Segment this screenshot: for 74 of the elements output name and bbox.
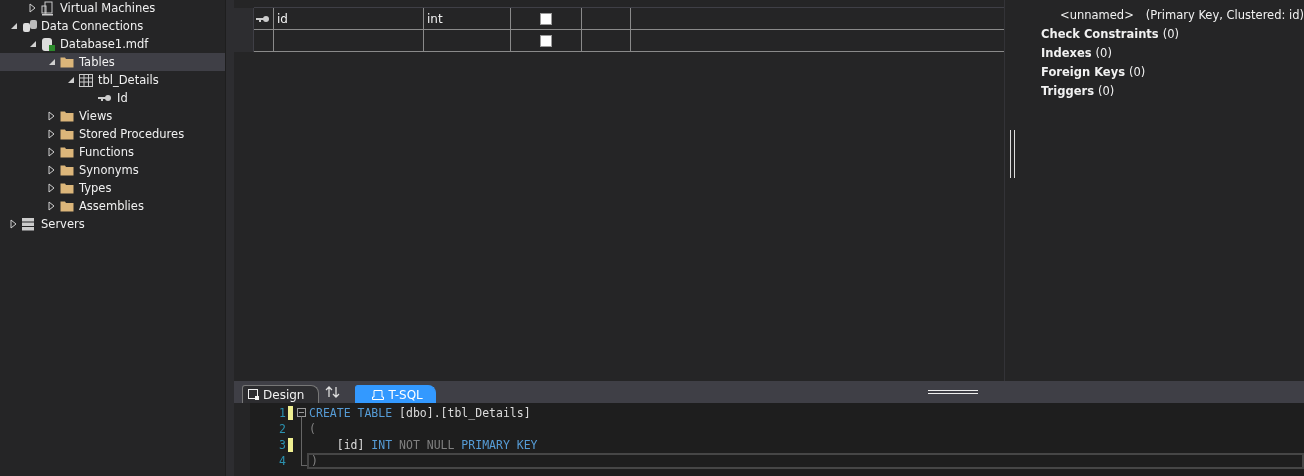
database-icon (41, 36, 55, 52)
view-tab[interactable]: Design (242, 385, 320, 403)
collapsed-arrow-icon[interactable] (48, 147, 55, 157)
tree-item[interactable]: Tables (0, 53, 225, 71)
column-name-cell[interactable]: id (274, 8, 425, 30)
property-count: (0) (1095, 46, 1112, 62)
tree-item[interactable]: Servers (0, 215, 225, 233)
tree-item[interactable]: Id (0, 89, 225, 107)
folder-icon (60, 128, 74, 140)
collapsed-arrow-icon[interactable] (48, 165, 55, 175)
collapsed-arrow-icon[interactable] (48, 129, 55, 139)
key-icon (98, 94, 112, 102)
expanded-arrow-icon[interactable] (47, 58, 56, 66)
design-icon (248, 389, 260, 400)
code-line: ( (308, 421, 317, 437)
computer-icon (41, 0, 55, 16)
allow-nulls-checkbox[interactable] (540, 12, 553, 25)
folder-icon (60, 200, 74, 212)
swap-panes-icon[interactable] (325, 386, 342, 398)
grid-cell[interactable] (582, 30, 632, 52)
property-count: (0) (1129, 65, 1146, 81)
property-count: (0) (1162, 27, 1179, 43)
folder-icon (60, 110, 74, 122)
code-line: [id] INT NOT NULL PRIMARY KEY (335, 437, 539, 453)
server-icon (22, 217, 34, 231)
databases-icon (22, 19, 38, 33)
line-number: 4 (278, 454, 288, 468)
tree-item[interactable]: Synonyms (0, 161, 225, 179)
property-group-title[interactable]: Indexes (1041, 46, 1092, 65)
grid-cell[interactable] (511, 30, 583, 52)
key-detail: (Primary Key, Clustered: id) (1145, 8, 1304, 24)
folder-icon (60, 146, 74, 158)
collapse-icon[interactable] (297, 405, 307, 421)
tree-item[interactable]: Views (0, 107, 225, 125)
column-name-cell[interactable] (274, 30, 425, 52)
line-number: 1 (278, 406, 288, 420)
key-name[interactable]: <unnamed> (1060, 8, 1134, 27)
collapsed-arrow-icon[interactable] (48, 201, 55, 211)
tree-item[interactable]: Stored Procedures (0, 125, 225, 143)
property-group-title[interactable]: Triggers (1041, 84, 1094, 103)
expanded-arrow-icon[interactable] (66, 76, 75, 84)
table-icon (79, 73, 93, 87)
collapsed-arrow-icon[interactable] (48, 111, 55, 121)
folder-icon (60, 56, 74, 68)
property-group-title[interactable]: Check Constraints (1041, 27, 1159, 46)
allow-nulls-checkbox[interactable] (540, 34, 553, 47)
property-count: (0) (1098, 84, 1115, 100)
script-icon (372, 389, 385, 400)
tree-item[interactable]: Functions (0, 143, 225, 161)
property-group-title[interactable]: Foreign Keys (1041, 65, 1125, 84)
data-type-cell[interactable]: int (424, 8, 512, 30)
tree-item[interactable]: Database1.mdf (0, 35, 225, 53)
grid-cell[interactable] (254, 8, 275, 30)
tree-item[interactable]: Virtual Machines (0, 0, 225, 17)
folder-icon (60, 182, 74, 194)
tree-item[interactable]: Data Connections (0, 17, 225, 35)
expanded-arrow-icon[interactable] (28, 40, 37, 48)
tree-item[interactable]: Types (0, 179, 225, 197)
splitter-grip-icon[interactable] (928, 390, 979, 394)
collapsed-arrow-icon[interactable] (48, 183, 55, 193)
grid-cell[interactable] (254, 30, 275, 52)
collapsed-arrow-icon[interactable] (29, 3, 36, 13)
expanded-arrow-icon[interactable] (9, 22, 18, 30)
grid-cell[interactable] (511, 8, 583, 30)
grid-cell[interactable] (582, 8, 632, 30)
line-number: 2 (278, 422, 288, 436)
line-number: 3 (278, 438, 288, 452)
code-line: CREATE TABLE [dbo].[tbl_Details] (308, 405, 532, 421)
collapsed-arrow-icon[interactable] (10, 219, 17, 229)
tree-item[interactable]: tbl_Details (0, 71, 225, 89)
splitter-grip-icon[interactable] (1010, 130, 1016, 178)
folder-icon (60, 164, 74, 176)
data-type-cell[interactable] (424, 30, 512, 52)
tree-item[interactable]: Assemblies (0, 197, 225, 215)
